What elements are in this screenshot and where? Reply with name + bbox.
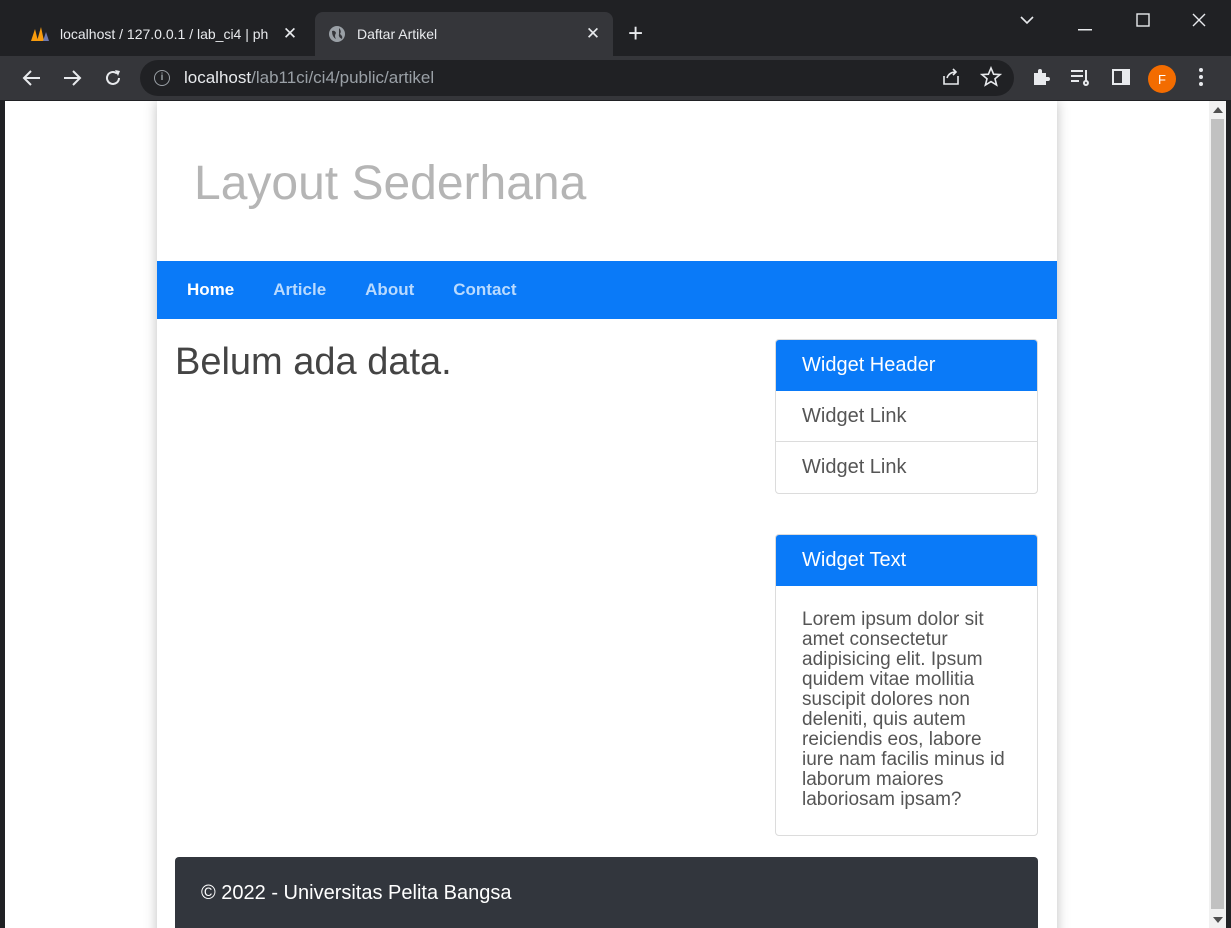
- nav-about-link[interactable]: About: [365, 280, 414, 300]
- main-nav: Home Article About Contact: [157, 261, 1057, 319]
- tab-phpmyadmin[interactable]: localhost / 127.0.0.1 / lab_ci4 | ph ✕: [18, 12, 310, 56]
- scrollbar-thumb[interactable]: [1211, 119, 1224, 909]
- close-tab-icon[interactable]: ✕: [581, 24, 605, 44]
- tab-title: localhost / 127.0.0.1 / lab_ci4 | ph: [60, 26, 269, 42]
- reload-icon[interactable]: [99, 64, 127, 92]
- maximize-icon[interactable]: [1136, 13, 1150, 32]
- url-text: localhost/lab11ci/ci4/public/artikel: [184, 68, 435, 87]
- more-menu-icon[interactable]: [1194, 67, 1208, 92]
- widget-link[interactable]: Widget Link: [776, 442, 1037, 493]
- widget-text: Widget Text Lorem ipsum dolor sit amet c…: [775, 534, 1038, 836]
- page-container: Layout Sederhana Home Article About Cont…: [157, 101, 1057, 928]
- profile-avatar[interactable]: F: [1148, 65, 1176, 93]
- widget-link[interactable]: Widget Link: [776, 391, 1037, 442]
- forward-icon[interactable]: [58, 64, 86, 92]
- address-bar[interactable]: i localhost/lab11ci/ci4/public/artikel: [140, 60, 1014, 96]
- site-info-icon[interactable]: i: [154, 70, 170, 86]
- page-viewport: Layout Sederhana Home Article About Cont…: [5, 101, 1209, 928]
- nav-home-link[interactable]: Home: [187, 280, 234, 300]
- site-footer: © 2022 - Universitas Pelita Bangsa: [175, 857, 1038, 928]
- share-icon[interactable]: [941, 67, 961, 92]
- tab-title: Daftar Artikel: [357, 26, 438, 42]
- close-tab-icon[interactable]: ✕: [278, 24, 302, 44]
- globe-icon: [327, 24, 347, 44]
- extensions-icon[interactable]: [1031, 67, 1051, 92]
- widget-links: Widget Header Widget Link Widget Link: [775, 339, 1038, 494]
- page-scrollbar[interactable]: [1209, 101, 1226, 928]
- new-tab-icon[interactable]: +: [628, 20, 643, 46]
- widget-text-body: Lorem ipsum dolor sit amet consectetur a…: [802, 609, 1005, 810]
- scroll-up-icon[interactable]: [1213, 107, 1223, 113]
- side-panel-icon[interactable]: [1111, 67, 1131, 92]
- bookmark-star-icon[interactable]: [979, 65, 1003, 93]
- widget-header: Widget Header: [776, 340, 1037, 391]
- site-header: Layout Sederhana: [157, 101, 1057, 261]
- minimize-icon[interactable]: [1078, 18, 1092, 36]
- tab-daftar-artikel[interactable]: Daftar Artikel ✕: [315, 12, 613, 56]
- empty-content-message: Belum ada data.: [175, 341, 452, 383]
- browser-tab-strip: localhost / 127.0.0.1 / lab_ci4 | ph ✕ D…: [0, 0, 1231, 56]
- widget-text-header: Widget Text: [776, 535, 1037, 586]
- nav-contact-link[interactable]: Contact: [453, 280, 516, 300]
- phpmyadmin-icon: [30, 24, 50, 44]
- window-edge: [1226, 101, 1231, 928]
- site-title: Layout Sederhana: [194, 157, 587, 210]
- back-icon[interactable]: [18, 64, 46, 92]
- reading-list-icon[interactable]: [1070, 68, 1090, 91]
- scroll-down-icon[interactable]: [1213, 917, 1223, 923]
- close-window-icon[interactable]: [1192, 13, 1206, 32]
- tab-search-icon[interactable]: [1019, 12, 1035, 30]
- nav-article-link[interactable]: Article: [273, 280, 326, 300]
